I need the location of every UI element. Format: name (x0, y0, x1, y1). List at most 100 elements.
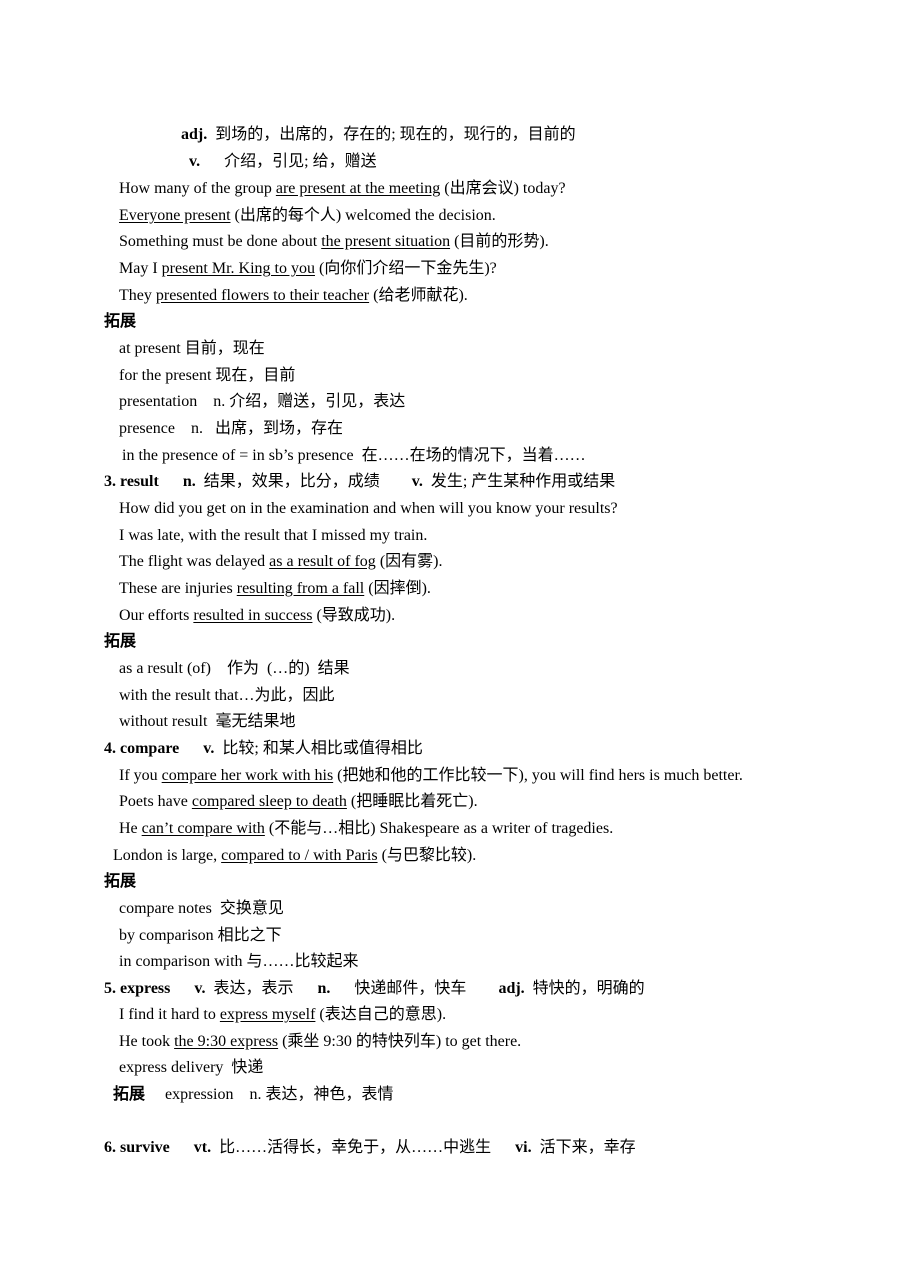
example-phrase: compared sleep to death (191, 793, 347, 810)
extension-item: for the present 现在，目前 (119, 367, 296, 384)
example-text: The flight was delayed (119, 553, 270, 570)
present-v-definition: v. 介绍，引见; 给，赠送 (189, 152, 377, 172)
example-sentence: Something must be done about the present… (119, 232, 549, 252)
extension-heading: 拓展 (104, 873, 137, 890)
example-text: How many of the group (119, 180, 276, 197)
example-text: Something must be done about (119, 233, 322, 250)
entry-word: 5. express (104, 980, 171, 997)
example-sentence: He took the 9:30 express (乘坐 9:30 的特快列车)… (119, 1032, 521, 1052)
example-text: He took (119, 1033, 175, 1050)
example-text: They (119, 287, 156, 304)
example-text: Poets have (119, 793, 192, 810)
example-text: If you (119, 767, 162, 784)
pos-label: vt. (193, 1139, 212, 1156)
entry-heading-express: 5. express v. 表达，表示 n. 快递邮件，快车 adj. 特快的，… (104, 979, 645, 999)
example-phrase: can’t compare with (141, 820, 265, 837)
example-phrase: compare her work with his (161, 767, 334, 784)
definition-text: 表达，表示 (213, 980, 294, 997)
example-text: (不能与…相比) Shakespeare as a writer of trag… (264, 820, 614, 837)
extension-item: in the presence of = in sb’s presence 在…… (122, 447, 586, 464)
example-phrase: as a result of fog (269, 553, 376, 570)
example-sentence: London is large, compared to / with Pari… (113, 846, 476, 866)
extension-heading: 拓展 (104, 633, 137, 650)
example-text: (出席的每个人) welcomed the decision. (230, 207, 496, 224)
extension-item: without result 毫无结果地 (119, 713, 296, 730)
example-phrase: resulting from a fall (236, 580, 365, 597)
extension-line: 拓展 expression n. 表达，神色，表情 (113, 1085, 393, 1105)
extension-heading: 拓展 (104, 313, 137, 330)
definition-text: 到场的，出席的，存在的; 现在的，现行的，目前的 (215, 126, 576, 143)
example-text: How did you get on in the examination an… (119, 500, 618, 517)
example-sentence: He can’t compare with (不能与…相比) Shakespea… (119, 819, 613, 839)
example-sentence: May I present Mr. King to you (向你们介绍一下金先… (119, 259, 497, 279)
definition-text: 发生; 产生某种作用或结果 (430, 473, 616, 490)
extension-item: in comparison with 与……比较起来 (119, 953, 359, 970)
definition-text: 活下来，幸存 (539, 1139, 636, 1156)
example-text: I find it hard to (119, 1006, 220, 1023)
example-sentence: How did you get on in the examination an… (119, 499, 618, 519)
example-text: (与巴黎比较). (377, 847, 477, 864)
extension-item: with the result that…为此，因此 (119, 687, 335, 704)
extension-item: compare notes 交换意见 (119, 900, 284, 917)
definition-text: 介绍，引见; 给，赠送 (224, 153, 377, 170)
example-sentence: express delivery 快递 (119, 1058, 263, 1078)
example-sentence: If you compare her work with his (把她和他的工… (119, 766, 743, 786)
extension-item: presence n. 出席，到场，存在 (119, 420, 343, 437)
example-text: (表达自己的意思). (315, 1006, 447, 1023)
example-phrase: the 9:30 express (174, 1033, 279, 1050)
example-text: (给老师献花). (369, 287, 468, 304)
example-sentence: Everyone present (出席的每个人) welcomed the d… (119, 206, 496, 226)
example-phrase: compared to / with Paris (221, 847, 378, 864)
example-sentence: These are injuries resulting from a fall… (119, 579, 431, 599)
entry-heading-compare: 4. compare v. 比较; 和某人相比或值得相比 (104, 739, 423, 759)
pos-label: adj. (181, 126, 208, 143)
extension-item: at present 目前，现在 (119, 340, 265, 357)
example-phrase: presented flowers to their teacher (155, 287, 370, 304)
extension-item: expression n. 表达，神色，表情 (165, 1086, 394, 1103)
example-text: May I (119, 260, 162, 277)
example-text: He (119, 820, 142, 837)
example-sentence: I was late, with the result that I misse… (119, 526, 427, 546)
pos-label: vi. (515, 1139, 532, 1156)
example-text: express delivery 快递 (119, 1059, 264, 1076)
entry-word: 3. result (104, 473, 159, 490)
example-sentence: I find it hard to express myself (表达自己的意… (119, 1005, 446, 1025)
example-phrase: are present at the meeting (275, 180, 441, 197)
example-text: I was late, with the result that I misse… (119, 527, 428, 544)
extension-heading: 拓展 (113, 1086, 146, 1103)
example-phrase: express myself (219, 1006, 316, 1023)
example-text: (目前的形势). (450, 233, 549, 250)
pos-label: adj. (498, 980, 525, 997)
example-sentence: How many of the group are present at the… (119, 179, 566, 199)
example-text: (出席会议) today? (440, 180, 566, 197)
pos-label: v. (203, 740, 215, 757)
pos-label: v. (194, 980, 206, 997)
extension-item: as a result (of) 作为 (…的) 结果 (119, 660, 350, 677)
extension-item: by comparison 相比之下 (119, 927, 282, 944)
pos-label: v. (411, 473, 423, 490)
example-phrase: the present situation (321, 233, 451, 250)
example-phrase: resulted in success (193, 607, 313, 624)
example-sentence: Poets have compared sleep to death (把睡眠比… (119, 792, 478, 812)
definition-text: 特快的，明确的 (532, 980, 645, 997)
pos-label: n. (317, 980, 331, 997)
definition-text: 结果，效果，比分，成绩 (203, 473, 380, 490)
example-text: Our efforts (119, 607, 194, 624)
present-adj-definition: adj. 到场的，出席的，存在的; 现在的，现行的，目前的 (181, 125, 576, 145)
example-sentence: They presented flowers to their teacher … (119, 286, 468, 306)
example-phrase: Everyone present (119, 207, 231, 224)
pos-label: n. (182, 473, 196, 490)
example-text: (乘坐 9:30 的特快列车) to get there. (278, 1033, 522, 1050)
entry-word: 4. compare (104, 740, 180, 757)
entry-word: 6. survive (104, 1139, 170, 1156)
example-text: London is large, (113, 847, 222, 864)
entry-heading-result: 3. result n. 结果，效果，比分，成绩 v. 发生; 产生某种作用或结… (104, 472, 615, 492)
example-sentence: Our efforts resulted in success (导致成功). (119, 606, 395, 626)
example-text: (把她和他的工作比较一下), you will find hers is muc… (333, 767, 743, 784)
extension-item: presentation n. 介绍，赠送，引见，表达 (119, 393, 406, 410)
example-text: (导致成功). (312, 607, 396, 624)
entry-heading-survive: 6. survive vt. 比……活得长，幸免于，从……中逃生 vi. 活下来… (104, 1138, 636, 1158)
definition-text: 比较; 和某人相比或值得相比 (222, 740, 423, 757)
example-sentence: The flight was delayed as a result of fo… (119, 552, 442, 572)
example-phrase: present Mr. King to you (161, 260, 315, 277)
